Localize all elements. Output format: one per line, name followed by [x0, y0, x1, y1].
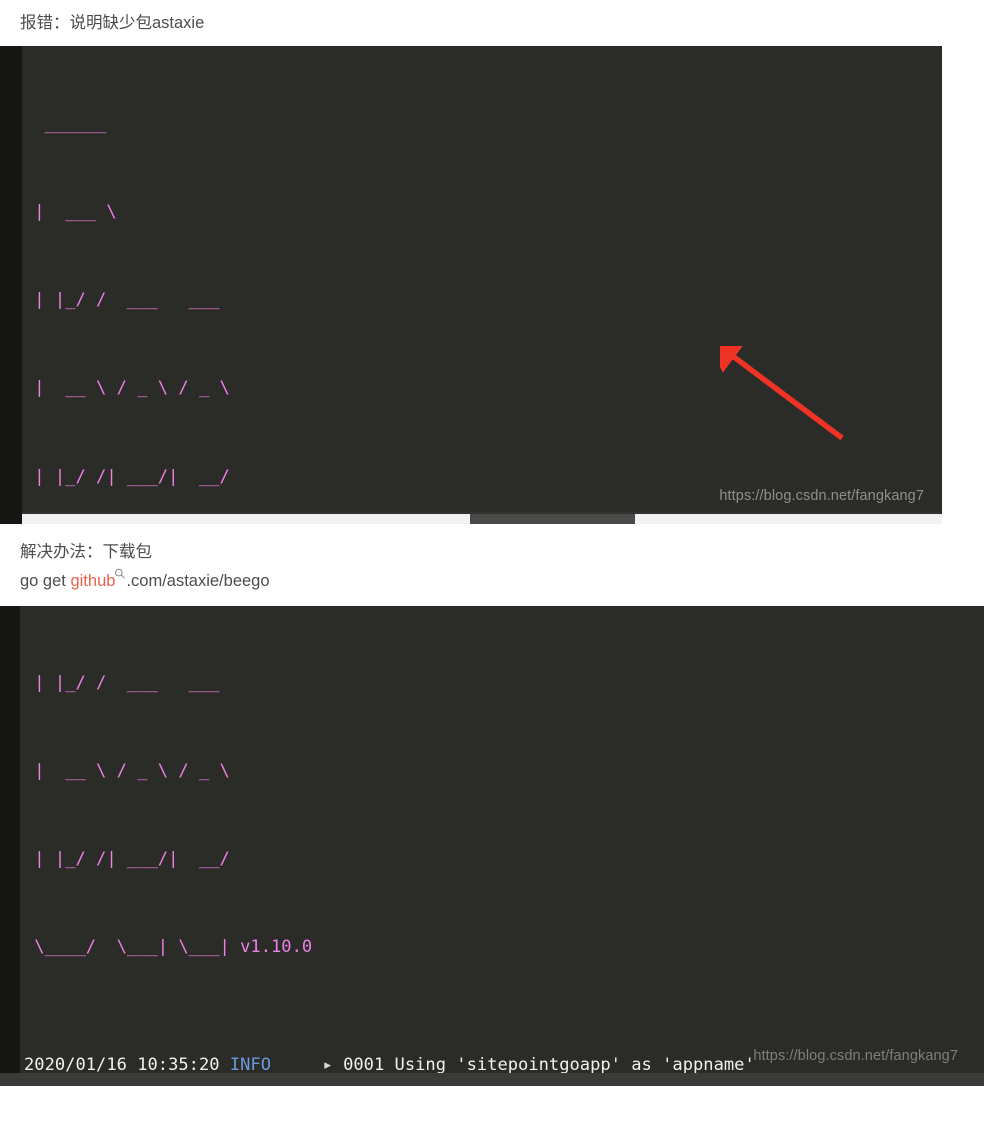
beego-logo-version-line: \____/ \___| \___| v1.10.0 [24, 933, 984, 962]
beego-logo-line: ______ [24, 113, 107, 134]
terminal-build-error: ______ | ___ \ | |_/ / ___ ___ | __ \ / … [0, 46, 942, 524]
solution-cmd-prefix: go get [20, 572, 71, 590]
page-root: 报错：说明缺少包astaxie ______ | ___ \ | |_/ / _… [0, 0, 984, 1132]
beego-version: v1.10.0 [240, 937, 313, 958]
version-gap [230, 937, 240, 957]
beego-logo-line: | __ \ / _ \ / _ \ [24, 378, 230, 399]
error-note: 报错：说明缺少包astaxie [0, 0, 984, 46]
solution-label: 解决办法：下载包 [20, 543, 152, 561]
terminal-run-success: | |_/ / ___ ___ | __ \ / _ \ / _ \ | |_/… [0, 606, 984, 1086]
terminal1-content: ______ | ___ \ | |_/ / ___ ___ | __ \ / … [0, 46, 942, 524]
search-icon[interactable] [114, 568, 126, 580]
beego-logo-line: | |_/ / ___ ___ [24, 290, 220, 311]
solution-cmd-suffix: .com/astaxie/beego [126, 572, 270, 590]
error-note-text: 报错：说明缺少包astaxie [20, 14, 205, 32]
beego-logo-line: \____/ \___| \___| [24, 937, 230, 958]
watermark-url: https://blog.csdn.net/fangkang7 [719, 488, 924, 504]
scrollbar-thumb[interactable] [470, 514, 635, 524]
beego-logo-line: | |_/ / ___ ___ [24, 672, 220, 693]
solution-command: go get github .com/astaxie/beego [20, 567, 984, 596]
terminal2-content: | |_/ / ___ ___ | __ \ / _ \ / _ \ | |_/… [0, 606, 984, 1086]
beego-logo-line: | ___ \ [24, 202, 117, 223]
beego-logo-line: | |_/ /| ___/| __/ [24, 849, 230, 870]
horizontal-scrollbar[interactable] [22, 512, 942, 524]
terminal-bottom-strip [0, 1073, 984, 1086]
solution-note: 解决办法：下载包 go get github .com/astaxie/beego [0, 524, 984, 606]
beego-logo-line: | __ \ / _ \ / _ \ [24, 761, 230, 782]
solution-cmd-keyword[interactable]: github [70, 572, 115, 590]
watermark-url: https://blog.csdn.net/fangkang7 [753, 1048, 958, 1064]
scrollbar-track-left [22, 514, 470, 524]
scrollbar-track-right [635, 514, 942, 524]
